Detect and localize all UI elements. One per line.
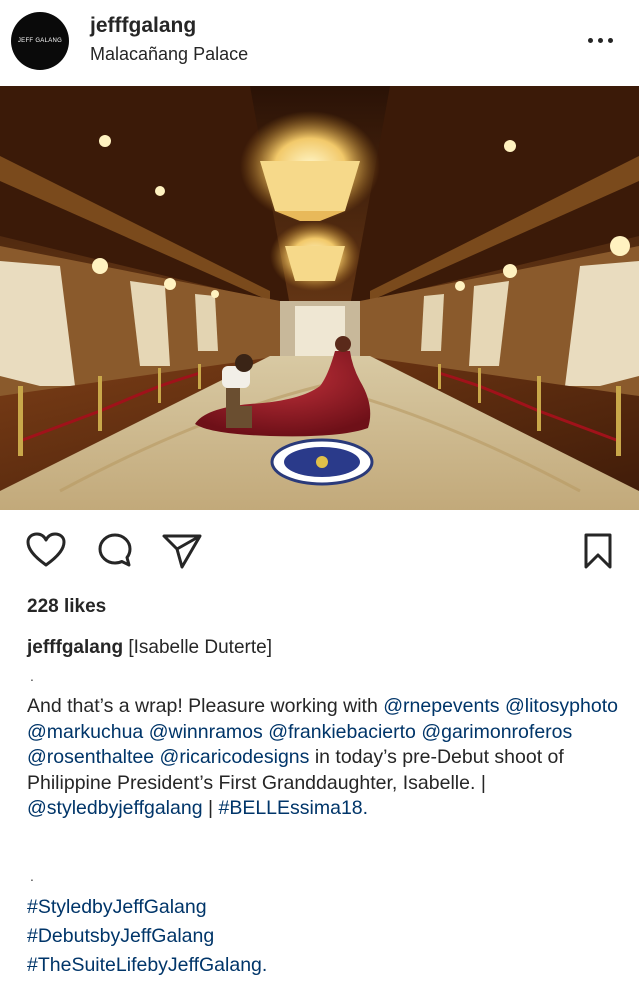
- bookmark-icon[interactable]: [583, 532, 613, 575]
- post-photo[interactable]: [0, 86, 639, 510]
- mention-link[interactable]: @rnepevents: [383, 695, 499, 717]
- mention-link[interactable]: @litosyphoto: [505, 695, 618, 717]
- location[interactable]: Malacañang Palace: [90, 44, 248, 65]
- palace-photo-illustration: [0, 86, 639, 510]
- mention-link[interactable]: @ricaricodesigns: [160, 746, 310, 768]
- avatar-label: JEFF GALANG: [17, 38, 63, 44]
- caption-header: jefffgalang [Isabelle Duterte]: [27, 637, 272, 659]
- caption-separator: .: [30, 668, 34, 684]
- mention-link[interactable]: @winnramos: [149, 721, 263, 743]
- comment-bubble-icon[interactable]: [97, 532, 133, 573]
- caption-text: And that’s a wrap! Pleasure working with: [27, 695, 378, 717]
- more-options-icon[interactable]: [588, 38, 613, 43]
- mention-link[interactable]: @rosenthaltee: [27, 746, 154, 768]
- mention-link[interactable]: @markuchua: [27, 721, 143, 743]
- caption-text: |: [207, 797, 214, 820]
- caption-author[interactable]: jefffgalang: [27, 637, 123, 658]
- mention-link[interactable]: @frankiebacierto: [268, 721, 416, 743]
- mention-link[interactable]: @garimonroferos: [421, 721, 572, 743]
- hashtag-link[interactable]: #StyledbyJeffGalang: [27, 893, 267, 922]
- hashtag-list: #StyledbyJeffGalang #DebutsbyJeffGalang …: [27, 893, 267, 980]
- username[interactable]: jefffgalang: [90, 14, 196, 38]
- like-count[interactable]: 228 likes: [27, 596, 106, 618]
- caption-body: And that’s a wrap! Pleasure working with…: [27, 694, 627, 822]
- action-bar: [0, 520, 639, 580]
- heart-outline-icon[interactable]: [26, 532, 66, 573]
- avatar[interactable]: JEFF GALANG: [11, 12, 69, 70]
- hashtag-link[interactable]: #TheSuiteLifebyJeffGalang.: [27, 951, 267, 980]
- paper-plane-icon[interactable]: [161, 532, 203, 575]
- hashtag-link[interactable]: #BELLEssima18.: [218, 797, 368, 819]
- hashtag-link[interactable]: #DebutsbyJeffGalang: [27, 922, 267, 951]
- caption-head-text: [Isabelle Duterte]: [128, 637, 272, 658]
- post-header: JEFF GALANG jefffgalang Malacañang Palac…: [0, 0, 639, 86]
- caption-separator: .: [30, 868, 34, 884]
- mention-link[interactable]: @styledbyjeffgalang: [27, 797, 203, 819]
